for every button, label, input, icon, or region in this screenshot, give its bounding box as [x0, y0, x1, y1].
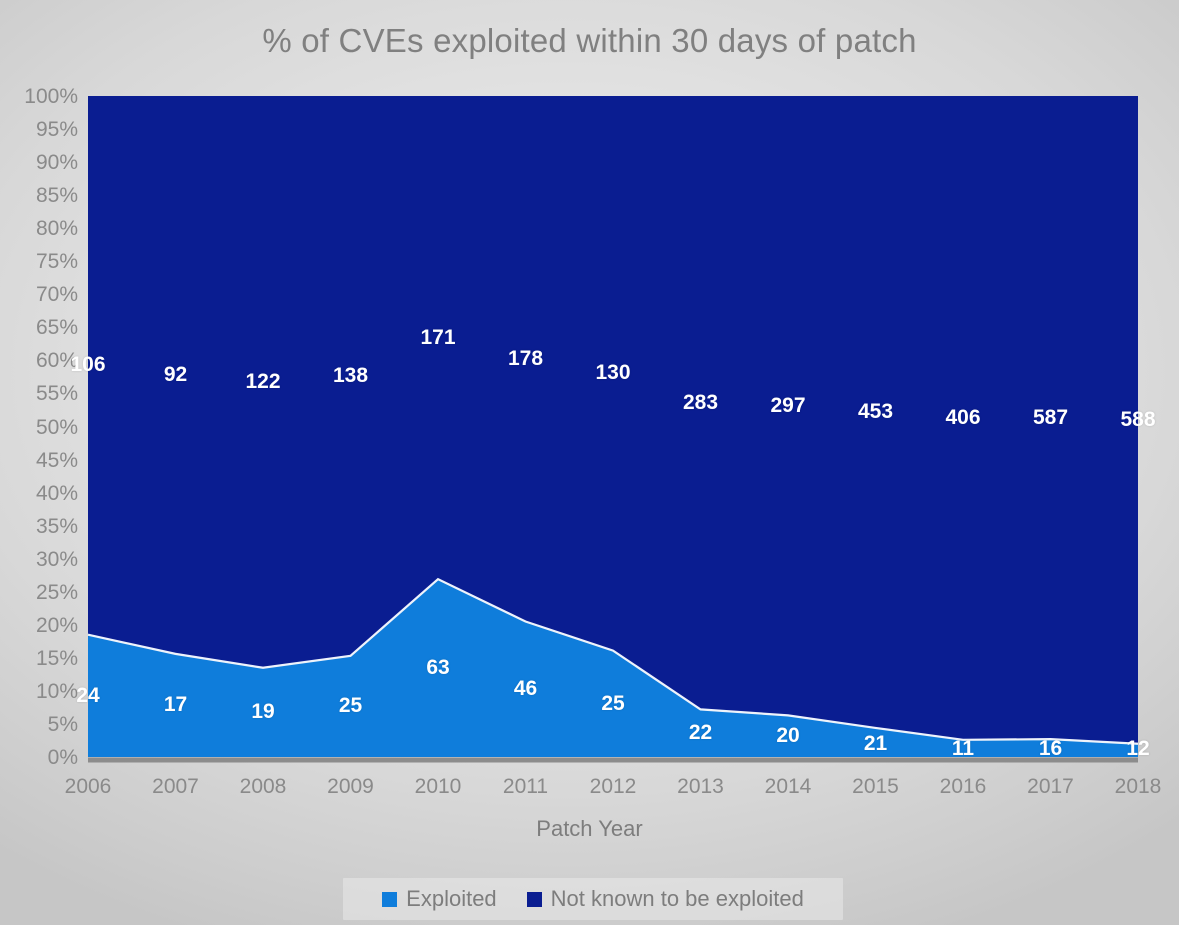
- x-axis-tick: 2008: [239, 775, 287, 798]
- data-label-not-known-to-be-exploited: 588: [1120, 407, 1156, 431]
- legend-item-exploited[interactable]: Exploited: [382, 886, 497, 912]
- data-label-not-known-to-be-exploited: 297: [770, 393, 806, 417]
- chart-legend[interactable]: Exploited Not known to be exploited: [343, 878, 843, 920]
- x-axis-tick: 2018: [1114, 775, 1162, 798]
- data-label-not-known-to-be-exploited: 106: [70, 353, 106, 377]
- x-axis-tick: 2007: [152, 775, 199, 798]
- data-label-exploited: 16: [1038, 737, 1063, 760]
- x-axis-tick: 2013: [677, 775, 724, 798]
- x-axis-tick: 2010: [414, 775, 462, 798]
- data-label-exploited: 12: [1126, 737, 1150, 760]
- data-label-not-known-to-be-exploited: 92: [163, 362, 188, 386]
- x-axis-tick: 2015: [852, 775, 899, 798]
- x-axis-tick: 2014: [764, 775, 812, 798]
- data-label-exploited: 19: [251, 700, 275, 724]
- data-label-exploited: 63: [426, 656, 450, 680]
- data-label-exploited: 21: [863, 731, 888, 755]
- x-axis-title: Patch Year: [536, 816, 643, 841]
- data-label-not-known-to-be-exploited: 178: [507, 346, 544, 370]
- data-label-exploited: 11: [951, 737, 975, 760]
- data-label-exploited: 25: [601, 691, 625, 715]
- x-axis-tick: 2016: [939, 775, 987, 798]
- x-axis-tick: 2012: [589, 775, 637, 798]
- legend-label: Exploited: [406, 886, 497, 911]
- data-label-exploited: 46: [513, 677, 538, 701]
- data-label-exploited: 22: [688, 721, 713, 745]
- x-axis-tick: 2017: [1027, 775, 1074, 798]
- data-label-not-known-to-be-exploited: 171: [420, 325, 456, 349]
- data-label-not-known-to-be-exploited: 122: [245, 369, 281, 393]
- data-label-not-known-to-be-exploited: 453: [857, 399, 894, 423]
- data-label-not-known-to-be-exploited: 283: [682, 390, 719, 414]
- data-label-exploited: 20: [776, 724, 800, 748]
- x-axis-tick: 2011: [502, 775, 549, 798]
- legend-swatch-icon: [526, 891, 542, 907]
- legend-item-not-known-to-be-exploited[interactable]: Not known to be exploited: [526, 886, 804, 912]
- slide-canvas: % of CVEs exploited within 30 days of pa…: [0, 0, 1179, 925]
- legend-swatch-icon: [382, 891, 398, 907]
- x-axis-tick: 2006: [64, 775, 112, 798]
- data-label-not-known-to-be-exploited: 587: [1032, 405, 1069, 429]
- legend-label: Not known to be exploited: [550, 886, 804, 911]
- x-axis-tick: 2009: [327, 775, 374, 798]
- data-label-exploited: 24: [76, 683, 100, 707]
- data-label-not-known-to-be-exploited: 406: [945, 405, 981, 429]
- data-label-exploited: 17: [163, 693, 188, 717]
- data-label-exploited: 25: [338, 694, 363, 718]
- data-label-not-known-to-be-exploited: 138: [332, 363, 369, 387]
- data-label-not-known-to-be-exploited: 130: [595, 361, 631, 385]
